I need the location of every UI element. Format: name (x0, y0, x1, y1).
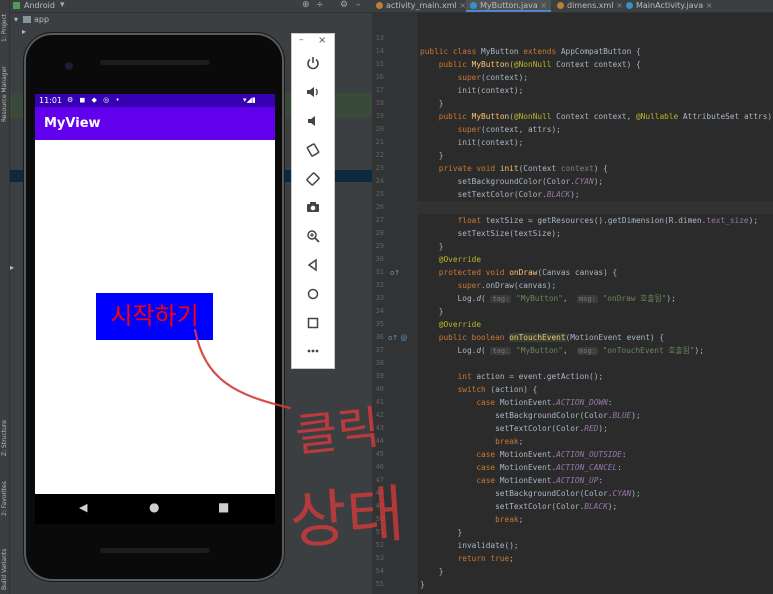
annotation-text-click: 클릭 (293, 400, 383, 463)
annotation-arrow (193, 328, 292, 410)
annotation-text-state: 상태 (287, 477, 406, 558)
annotation-overlay: 클릭 상태 (193, 328, 406, 558)
